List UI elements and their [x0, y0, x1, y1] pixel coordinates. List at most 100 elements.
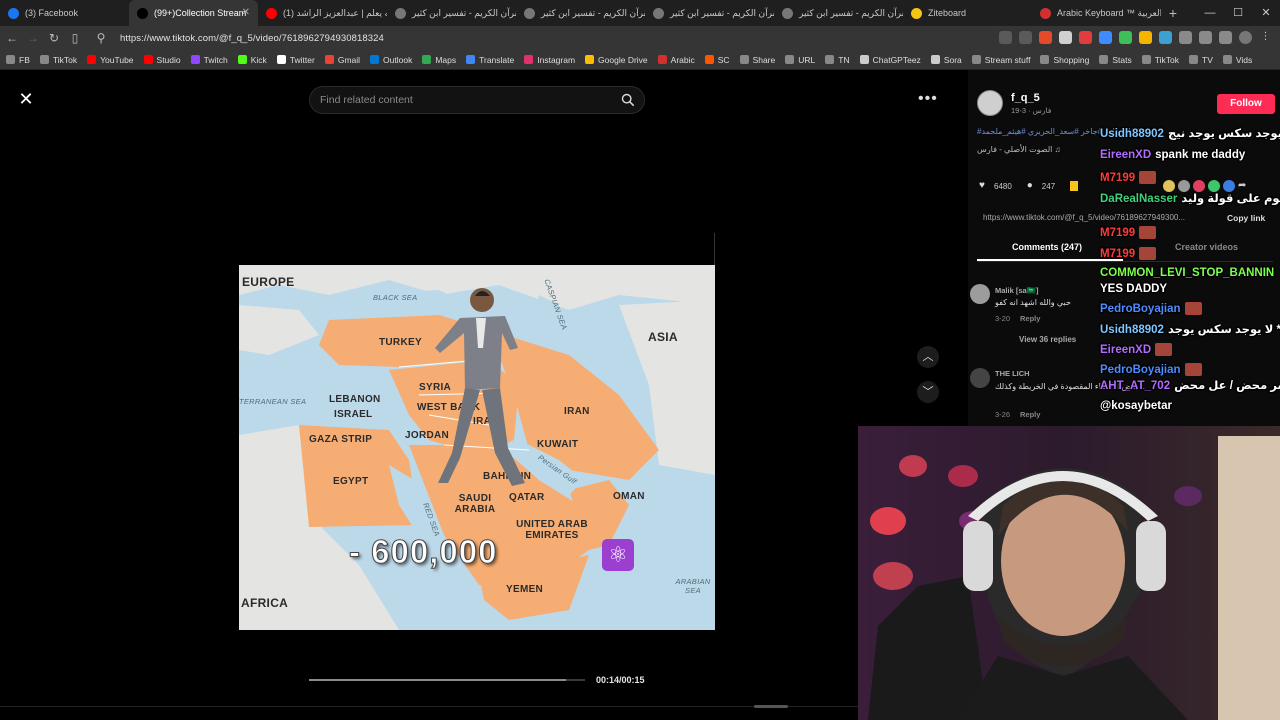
chat-username[interactable]: PedroBoyajian — [1100, 303, 1181, 315]
heart-icon[interactable]: ♥ — [979, 181, 989, 191]
browser-tab[interactable]: (1) الله يعلم | عبدالعزيز الراشد — [258, 0, 387, 26]
browser-tab[interactable]: Ziteboard — [903, 0, 1032, 26]
bookmark-item[interactable]: TN — [825, 55, 850, 65]
reply-button[interactable]: Reply — [1020, 410, 1040, 419]
reload-icon[interactable]: ↻ — [45, 31, 63, 45]
browser-tab[interactable]: القرآن الكريم - تفسير ابن كثير — [516, 0, 645, 26]
chat-username[interactable]: Usidh88902 — [1100, 128, 1164, 140]
avatar[interactable] — [970, 284, 990, 304]
extension-icon[interactable] — [1039, 31, 1052, 44]
browser-tab[interactable]: Arabic Keyboard ™ لوحة المفاتيح العربية — [1032, 0, 1161, 26]
bookmark-item[interactable]: URL — [785, 55, 815, 65]
extension-icon[interactable] — [1099, 31, 1112, 44]
comment-icon[interactable]: ● — [1027, 181, 1037, 191]
bookmark-icon[interactable]: ▯ — [66, 31, 84, 45]
new-tab-button[interactable]: + — [1161, 5, 1185, 21]
extension-icon[interactable] — [1079, 31, 1092, 44]
chat-username[interactable]: AHT_AT_702 — [1100, 380, 1170, 392]
minimize-icon[interactable]: — — [1196, 0, 1224, 26]
tab-creator-videos[interactable]: Creator videos — [1175, 242, 1238, 252]
bookmark-item[interactable]: Studio — [143, 55, 181, 65]
copy-link-button[interactable]: Copy link — [1227, 213, 1265, 223]
bookmark-item[interactable]: TikTok — [39, 55, 77, 65]
chat-username[interactable]: COMMON_LEVI_STOP_BANNIN — [1100, 267, 1274, 279]
browser-tab[interactable]: (99+)Collection Stream ✕ — [129, 0, 258, 26]
bookmark-item[interactable]: TikTok — [1141, 55, 1179, 65]
bookmark-item[interactable]: TV — [1189, 55, 1213, 65]
extension-icon[interactable] — [1219, 31, 1232, 44]
browser-tab[interactable]: القرآن الكريم - تفسير ابن كثير — [774, 0, 903, 26]
bookmark-item[interactable]: Twitch — [190, 55, 228, 65]
next-video-icon[interactable]: ﹀ — [917, 381, 939, 403]
extension-icon[interactable] — [1019, 31, 1032, 44]
close-tab-icon[interactable]: ✕ — [242, 7, 250, 18]
bookmark-item[interactable]: Stream stuff — [971, 55, 1030, 65]
chat-username[interactable]: EireenXD — [1100, 344, 1151, 356]
tab-title: Arabic Keyboard ™ لوحة المفاتيح العربية — [1057, 7, 1161, 18]
browser-tab[interactable]: القرآن الكريم - تفسير ابن كثير — [645, 0, 774, 26]
bookmark-item[interactable]: Arabic — [657, 55, 695, 65]
url-text[interactable]: https://www.tiktok.com/@f_q_5/video/7618… — [120, 33, 384, 44]
menu-icon[interactable]: ⋮ — [1259, 31, 1272, 44]
bookmark-item[interactable]: Sora — [930, 55, 962, 65]
back-icon[interactable]: ← — [3, 31, 21, 45]
chat-text: لا يوجد سكس يوجد *** — [1167, 324, 1280, 336]
avatar[interactable] — [977, 90, 1003, 116]
reply-button[interactable]: Reply — [1020, 314, 1040, 323]
bookmark-item[interactable]: Gmail — [324, 55, 360, 65]
bookmark-item[interactable]: YouTube — [87, 55, 134, 65]
view-replies-button[interactable]: View 36 replies — [1019, 335, 1076, 344]
chat-username[interactable]: PedroBoyajian — [1100, 364, 1181, 376]
bookmark-item[interactable]: SC — [704, 55, 730, 65]
bookmark-item[interactable]: ChatGPTeez — [859, 55, 921, 65]
sound-label[interactable]: الصوت الأصلي - فارس ♫ — [977, 145, 1061, 154]
comment-author[interactable]: Malik [sa🇸🇦] — [995, 286, 1039, 295]
extension-icon[interactable] — [1199, 31, 1212, 44]
bookmark-save-icon[interactable] — [1070, 181, 1079, 191]
extension-icon[interactable] — [1059, 31, 1072, 44]
extension-icon[interactable] — [1179, 31, 1192, 44]
browser-tab[interactable]: القرآن الكريم - تفسير ابن كثير — [387, 0, 516, 26]
previous-video-icon[interactable]: ︿ — [917, 346, 939, 368]
close-video-icon[interactable]: ✕ — [16, 89, 36, 109]
bookmark-item[interactable]: Shopping — [1040, 55, 1089, 65]
chat-username[interactable]: DaRealNasser — [1100, 193, 1177, 205]
search-icon[interactable] — [621, 93, 635, 107]
tab-comments[interactable]: Comments (247) — [1012, 242, 1082, 252]
bookmark-item[interactable]: Maps — [422, 55, 456, 65]
close-window-icon[interactable]: ✕ — [1252, 0, 1280, 26]
bookmark-item[interactable]: Google Drive — [585, 55, 648, 65]
avatar[interactable] — [970, 368, 990, 388]
more-options-icon[interactable]: ••• — [918, 90, 938, 108]
browser-tab[interactable]: (3) Facebook — [0, 0, 129, 26]
bookmark-item[interactable]: Outlook — [370, 55, 412, 65]
follow-button[interactable]: Follow — [1217, 94, 1275, 114]
bookmark-item[interactable]: Vids — [1222, 55, 1252, 65]
bookmark-item[interactable]: Stats — [1099, 55, 1132, 65]
chat-text: spank me daddy — [1155, 149, 1246, 161]
maximize-icon[interactable]: ☐ — [1224, 0, 1252, 26]
chat-username[interactable]: Usidh88902 — [1100, 324, 1164, 336]
bookmark-item[interactable]: Translate — [466, 55, 514, 65]
bookmark-item[interactable]: Twitter — [276, 55, 315, 65]
extension-icon[interactable] — [1119, 31, 1132, 44]
bookmark-item[interactable]: FB — [6, 55, 30, 65]
chat-username[interactable]: M7199 — [1100, 248, 1135, 260]
comment-author[interactable]: THE LICH — [995, 369, 1030, 378]
bookmark-item[interactable]: Instagram — [524, 55, 575, 65]
bookmark-item[interactable]: Share — [739, 55, 775, 65]
video-progress-bar[interactable] — [309, 679, 585, 681]
extension-icon[interactable] — [1139, 31, 1152, 44]
search-input[interactable] — [320, 94, 600, 106]
extension-icon[interactable] — [999, 31, 1012, 44]
chat-username[interactable]: M7199 — [1100, 227, 1135, 239]
bookmark-label: Instagram — [537, 54, 576, 65]
chat-username[interactable]: M7199 — [1100, 172, 1135, 184]
profile-icon[interactable] — [1239, 31, 1252, 44]
extension-icon[interactable] — [1159, 31, 1172, 44]
forward-icon[interactable]: → — [24, 31, 42, 45]
site-info-icon[interactable]: ⚲ — [92, 31, 110, 45]
author-username[interactable]: f_q_5 — [1011, 92, 1040, 104]
chat-username[interactable]: EireenXD — [1100, 149, 1151, 161]
bookmark-item[interactable]: Kick — [237, 55, 267, 65]
